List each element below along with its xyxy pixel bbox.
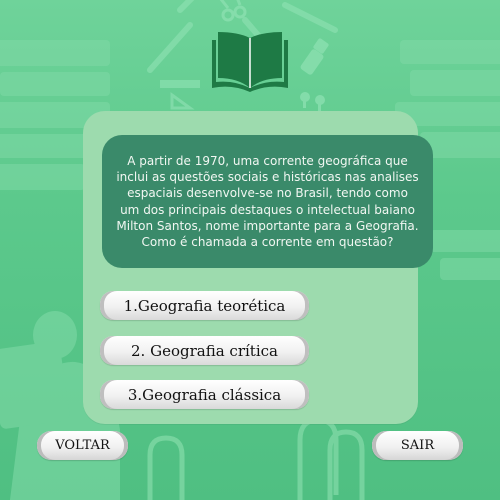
question-text: A partir de 1970, uma corrente geográfic…	[116, 153, 419, 249]
exit-button[interactable]: SAIR	[372, 431, 463, 460]
answer-option-1[interactable]: 1.Geografia teorética	[100, 291, 309, 320]
exit-button-label: SAIR	[400, 438, 435, 453]
back-button[interactable]: VOLTAR	[37, 431, 128, 460]
open-book-icon	[210, 26, 290, 96]
answer-option-label: 1.Geografia teorética	[123, 296, 286, 315]
answer-option-label: 2. Geografia crítica	[131, 341, 278, 360]
answer-option-2[interactable]: 2. Geografia crítica	[100, 336, 309, 365]
answer-option-label: 3.Geografia clássica	[127, 385, 282, 404]
question-box: A partir de 1970, uma corrente geográfic…	[102, 135, 433, 268]
answer-option-3[interactable]: 3.Geografia clássica	[100, 380, 309, 409]
back-button-label: VOLTAR	[55, 438, 110, 453]
